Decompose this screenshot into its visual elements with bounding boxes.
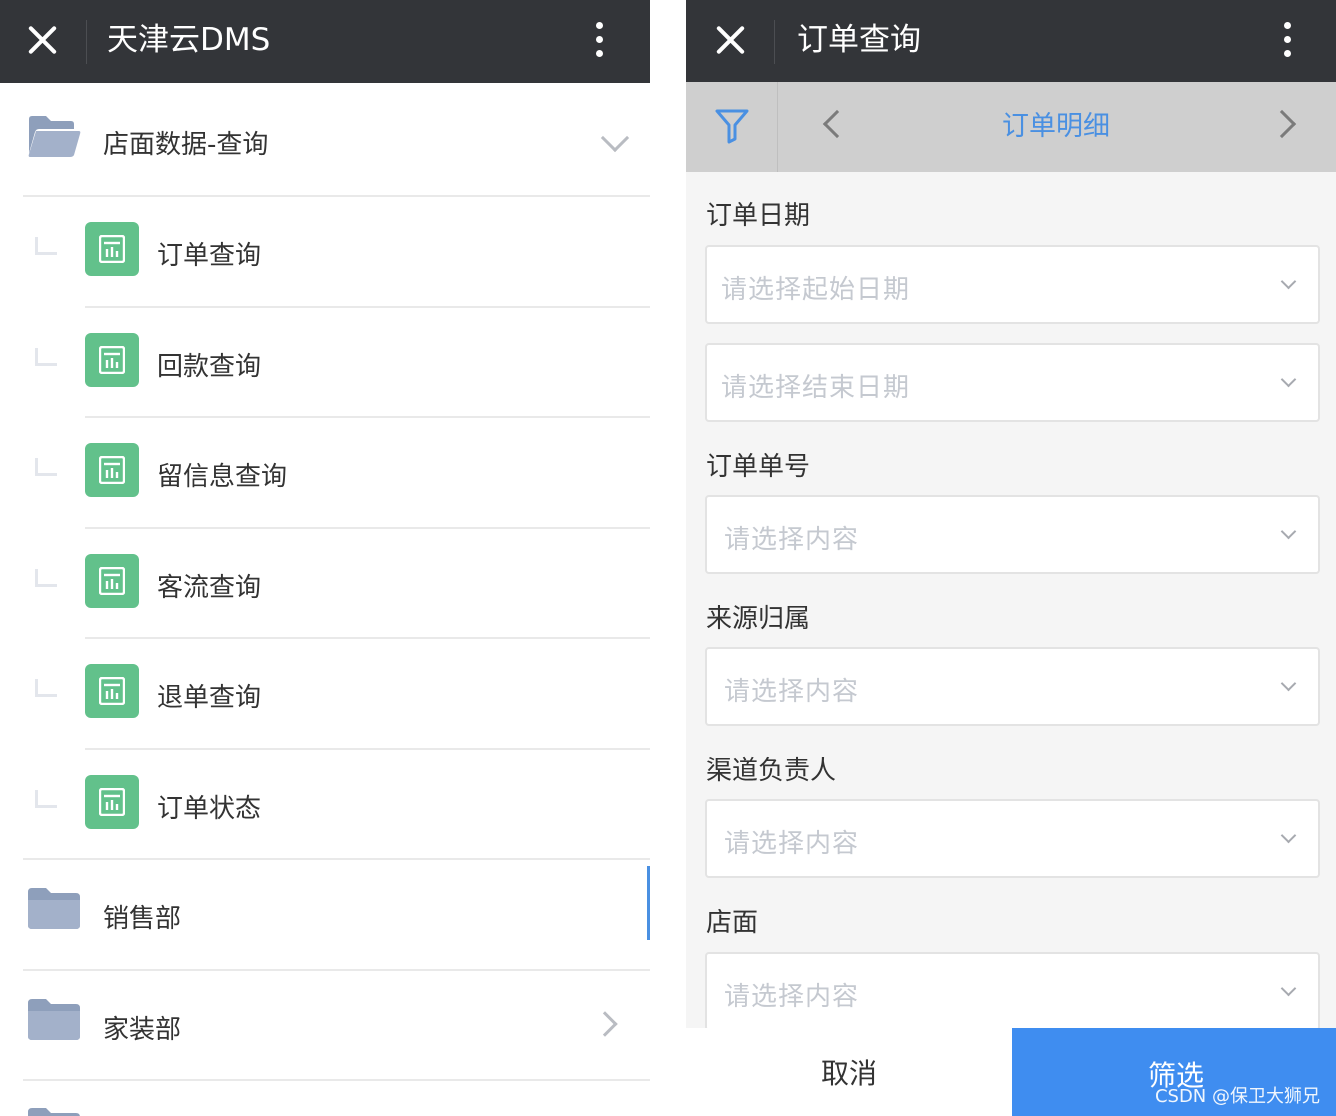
order-no-select[interactable]: 请选择内容 bbox=[705, 495, 1320, 574]
folder-item-partial[interactable] bbox=[23, 1081, 650, 1116]
placeholder: 请选择起始日期 bbox=[721, 275, 911, 305]
tree-connector bbox=[35, 458, 57, 476]
placeholder: 请选择内容 bbox=[724, 982, 860, 1012]
placeholder: 请选择内容 bbox=[724, 829, 860, 859]
panel-gap bbox=[650, 0, 686, 1116]
chevron-left-icon[interactable] bbox=[822, 109, 852, 139]
end-date-select[interactable]: 请选择结束日期 bbox=[705, 343, 1320, 422]
placeholder: 请选择结束日期 bbox=[721, 373, 911, 403]
chevron-down-icon bbox=[1280, 827, 1297, 844]
folder-icon bbox=[27, 998, 81, 1040]
chevron-down-icon bbox=[1280, 675, 1297, 692]
tree-connector bbox=[35, 348, 57, 366]
folder-item-home-decor[interactable]: 家装部 bbox=[23, 971, 650, 1081]
close-icon[interactable] bbox=[710, 20, 750, 60]
watermark: CSDN @保卫大狮兄 bbox=[1154, 1086, 1320, 1107]
folder-item-sales[interactable]: 销售部 bbox=[23, 860, 650, 971]
tree-connector bbox=[35, 679, 57, 697]
top-bar: 天津云DMS bbox=[0, 0, 650, 83]
report-item-order-query[interactable]: 订单查询 bbox=[35, 197, 650, 308]
filter-panel: 订单查询 订单明细 订单日期 请选择起始日期 请选择结束日期 订单单号 请选择内… bbox=[686, 0, 1336, 1116]
field-label-store: 店面 bbox=[706, 908, 759, 938]
field-label-channel-owner: 渠道负责人 bbox=[706, 756, 837, 786]
report-label: 订单状态 bbox=[157, 794, 262, 824]
filter-toggle[interactable] bbox=[686, 82, 778, 172]
placeholder: 请选择内容 bbox=[724, 677, 860, 707]
report-icon bbox=[85, 443, 139, 497]
folder-label: 店面数据-查询 bbox=[103, 130, 269, 160]
menu-panel: 天津云DMS 店面数据-查询 订单查询 回款查询 留信息查询 客流查询 退单查询 bbox=[0, 0, 650, 1116]
report-item-traffic-query[interactable]: 客流查询 bbox=[35, 529, 650, 639]
report-item-refund-query[interactable]: 退单查询 bbox=[35, 639, 650, 750]
folder-icon bbox=[27, 1107, 81, 1116]
report-item-payment-query[interactable]: 回款查询 bbox=[35, 308, 650, 418]
report-icon bbox=[85, 554, 139, 608]
chevron-down-icon bbox=[1280, 371, 1297, 388]
tree-connector bbox=[35, 569, 57, 587]
tree-connector bbox=[35, 237, 57, 255]
report-icon bbox=[85, 775, 139, 829]
chevron-down-icon bbox=[1280, 273, 1297, 290]
folder-item-store-data[interactable]: 店面数据-查询 bbox=[23, 86, 650, 197]
report-label: 回款查询 bbox=[157, 352, 262, 382]
folder-icon bbox=[27, 887, 81, 929]
report-item-message-query[interactable]: 留信息查询 bbox=[35, 418, 650, 529]
cancel-button[interactable]: 取消 bbox=[686, 1028, 1012, 1116]
report-label: 留信息查询 bbox=[157, 462, 288, 492]
folder-open-icon bbox=[27, 115, 81, 157]
field-label-order-no: 订单单号 bbox=[706, 452, 811, 482]
report-nav-bar: 订单明细 bbox=[686, 82, 1336, 172]
report-icon bbox=[85, 222, 139, 276]
filter-icon bbox=[715, 109, 749, 144]
report-icon bbox=[85, 333, 139, 387]
page-title: 订单查询 bbox=[797, 22, 921, 58]
report-icon bbox=[85, 664, 139, 718]
placeholder: 请选择内容 bbox=[724, 525, 860, 555]
chevron-down-icon bbox=[1280, 523, 1297, 540]
folder-label: 销售部 bbox=[103, 904, 182, 934]
filter-button[interactable]: 筛选 CSDN @保卫大狮兄 bbox=[1012, 1028, 1336, 1116]
close-icon[interactable] bbox=[22, 20, 62, 60]
more-menu-icon[interactable] bbox=[589, 20, 609, 60]
chevron-down-icon bbox=[1280, 980, 1297, 997]
divider bbox=[774, 20, 775, 64]
report-label: 客流查询 bbox=[157, 573, 262, 603]
more-menu-icon[interactable] bbox=[1277, 20, 1297, 60]
source-select[interactable]: 请选择内容 bbox=[705, 647, 1320, 726]
chevron-right-icon[interactable] bbox=[1267, 109, 1297, 139]
chevron-right-icon bbox=[592, 1011, 618, 1037]
chevron-down-icon bbox=[600, 123, 630, 153]
app-title: 天津云DMS bbox=[107, 22, 271, 58]
report-label: 订单查询 bbox=[157, 241, 262, 271]
start-date-select[interactable]: 请选择起始日期 bbox=[705, 245, 1320, 324]
channel-owner-select[interactable]: 请选择内容 bbox=[705, 799, 1320, 878]
report-title: 订单明细 bbox=[1002, 111, 1110, 142]
field-label-source: 来源归属 bbox=[706, 604, 811, 634]
report-label: 退单查询 bbox=[157, 683, 262, 713]
field-label-order-date: 订单日期 bbox=[706, 201, 811, 231]
folder-label: 家装部 bbox=[103, 1015, 182, 1045]
divider bbox=[86, 20, 87, 64]
store-select[interactable]: 请选择内容 bbox=[705, 952, 1320, 1031]
report-item-order-status[interactable]: 订单状态 bbox=[23, 750, 650, 860]
tree-connector bbox=[35, 790, 57, 808]
top-bar: 订单查询 bbox=[686, 0, 1336, 82]
